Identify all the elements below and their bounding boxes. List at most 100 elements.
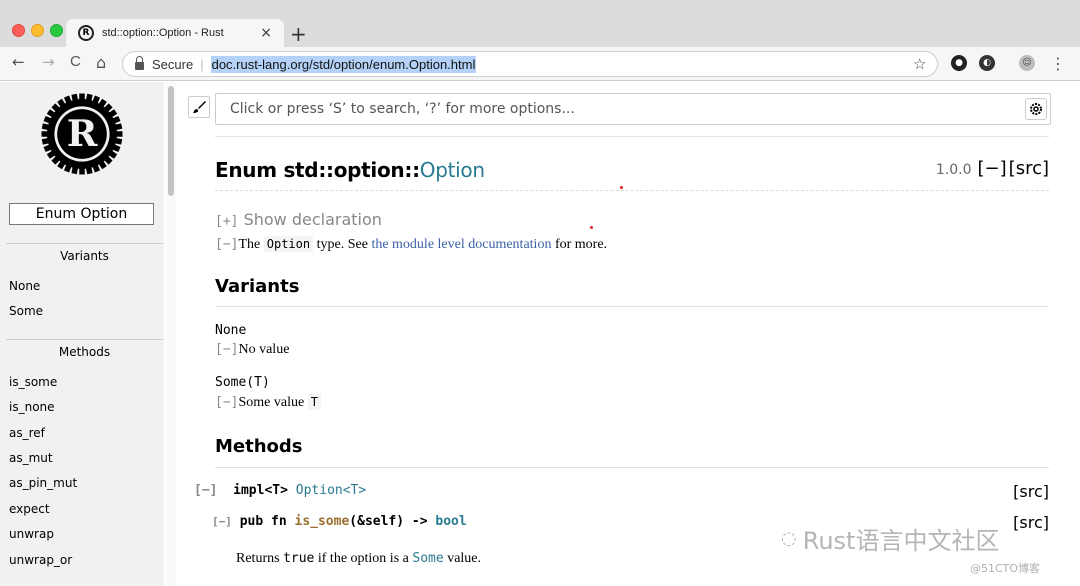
variant-some-doc-text: Some value — [238, 395, 308, 410]
methods-divider — [215, 467, 1049, 468]
sidebar-item-as-ref[interactable]: as_ref — [9, 426, 45, 440]
impl-block-header: [−] impl<T> Option<T> — [194, 483, 366, 498]
watermark-text: Rust语言中文社区 — [802, 527, 1000, 555]
src-link[interactable]: [src] — [1009, 158, 1049, 179]
doc-text-2: for more. — [551, 237, 608, 252]
sidebar-item-is-none[interactable]: is_none — [9, 400, 55, 414]
method-toggle[interactable]: [−] — [212, 515, 232, 528]
sidebar-item-none[interactable]: None — [9, 279, 40, 293]
impl-toggle[interactable]: [−] — [194, 483, 217, 498]
address-bar[interactable]: Secure | doc.rust-lang.org/std/option/en… — [122, 51, 938, 77]
sidebar-scroll-thumb[interactable] — [168, 86, 174, 196]
annotation-dot — [620, 186, 623, 189]
impl-src-link[interactable]: [src] — [1013, 482, 1049, 501]
sidebar-variants-heading[interactable]: Variants — [6, 243, 163, 266]
sidebar-item-expect[interactable]: expect — [9, 502, 50, 516]
sidebar-item-as-pin-mut[interactable]: as_pin_mut — [9, 476, 77, 490]
declaration-toggle-button[interactable]: [+] — [215, 214, 238, 229]
variant-some-name[interactable]: Some(T) — [215, 375, 270, 390]
doc-collapse-toggle[interactable]: [−] — [215, 237, 238, 252]
forward-arrow-icon[interactable]: → — [42, 53, 55, 71]
tab-close-icon[interactable]: × — [260, 25, 272, 41]
show-declaration-label[interactable]: Show declaration — [244, 210, 382, 229]
tab-title: std::option::Option - Rust — [102, 27, 224, 39]
variant-none-name[interactable]: None — [215, 323, 246, 338]
sidebar-title-box: Enum Option — [9, 203, 154, 225]
method-doc-code: true — [283, 551, 315, 566]
sidebar-scrollbar[interactable] — [166, 82, 176, 586]
impl-keyword: impl<T> — [233, 483, 296, 498]
sidebar-item-is-some[interactable]: is_some — [9, 375, 57, 389]
extension-icon[interactable]: ◐ — [979, 55, 995, 71]
extension-icon[interactable]: ● — [951, 55, 967, 71]
secure-label: Secure — [152, 56, 194, 72]
annotation-dot — [590, 226, 593, 229]
method-is-some-signature: [−] pub fn is_some(&self) -> bool — [212, 514, 467, 529]
page-title: Enum std::option::Option — [215, 158, 485, 182]
window-minimize-button[interactable] — [31, 24, 44, 37]
rust-logo-icon[interactable]: R — [36, 88, 128, 180]
method-doc-some-link[interactable]: Some — [412, 551, 443, 566]
wechat-icon: ◌ — [781, 528, 797, 549]
method-doc-post: value. — [443, 551, 482, 566]
variant-some-toggle[interactable]: [−] — [215, 395, 238, 410]
variant-some-doc: [−]Some value T — [215, 394, 321, 411]
sidebar-item-unwrap-or[interactable]: unwrap_or — [9, 553, 72, 567]
window-close-button[interactable] — [12, 24, 25, 37]
title-divider — [215, 190, 1049, 191]
settings-button[interactable] — [1025, 98, 1047, 120]
variant-none-toggle[interactable]: [−] — [215, 342, 238, 357]
sidebar-methods-heading[interactable]: Methods — [6, 339, 163, 362]
divider — [215, 136, 1049, 137]
watermark-sub: @51CTO博客 — [970, 562, 1041, 575]
impl-type[interactable]: Option<T> — [296, 483, 366, 498]
since-version: 1.0.0 — [935, 162, 972, 178]
window-maximize-button[interactable] — [50, 24, 63, 37]
bookmark-star-icon[interactable]: ☆ — [913, 55, 926, 73]
title-out-of-band: 1.0.0 [−] [src] — [936, 158, 1049, 179]
doc-type-code: Option — [263, 236, 314, 252]
reload-icon[interactable]: C — [70, 53, 81, 70]
profile-avatar-icon[interactable]: ☺ — [1019, 55, 1035, 71]
sidebar-item-unwrap[interactable]: unwrap — [9, 527, 54, 541]
variant-none-doc: [−]No value — [215, 342, 289, 358]
declaration-toggle[interactable]: [+] Show declaration — [215, 210, 382, 229]
method-return-type[interactable]: bool — [435, 514, 466, 529]
variant-some-code: T — [307, 394, 321, 410]
lock-icon — [135, 55, 144, 70]
method-keywords: pub fn — [239, 514, 295, 529]
browser-toolbar: ← → C ⌂ Secure | doc.rust-lang.org/std/o… — [0, 47, 1080, 81]
doc-paragraph: [−]The Option type. See the module level… — [215, 236, 608, 253]
method-src-link[interactable]: [src] — [1013, 513, 1049, 532]
back-arrow-icon[interactable]: ← — [12, 53, 25, 71]
title-enum-name[interactable]: Option — [420, 158, 485, 182]
svg-text:R: R — [67, 111, 98, 155]
variants-section-title: Variants — [215, 276, 300, 297]
method-doc-mid: if the option is a — [314, 551, 413, 566]
methods-section-title: Methods — [215, 436, 303, 457]
url-separator: | — [200, 56, 204, 72]
variants-divider — [215, 306, 1049, 307]
home-icon[interactable]: ⌂ — [96, 53, 106, 72]
doc-the: The — [238, 237, 264, 252]
method-doc-pre: Returns — [236, 551, 284, 566]
doc-text-1: type. See — [313, 237, 372, 252]
method-args: (&self) -> — [349, 514, 436, 529]
new-tab-button[interactable]: + — [290, 22, 307, 46]
search-input[interactable]: Click or press ‘S’ to search, ‘?’ for mo… — [215, 93, 1051, 125]
url-text[interactable]: doc.rust-lang.org/std/option/enum.Option… — [210, 55, 477, 73]
watermark: ◌ Rust语言中文社区 — [781, 521, 999, 556]
browser-tab[interactable]: R std::option::Option - Rust × — [66, 19, 284, 47]
method-is-some-doc: Returns true if the option is a Some val… — [236, 551, 481, 567]
gear-icon — [1030, 103, 1042, 115]
theme-picker-button[interactable] — [188, 96, 210, 118]
sidebar-item-some[interactable]: Some — [9, 304, 43, 318]
sidebar-item-as-mut[interactable]: as_mut — [9, 451, 53, 465]
browser-menu-icon[interactable]: ⋮ — [1050, 54, 1066, 73]
method-name[interactable]: is_some — [295, 514, 350, 529]
module-docs-link[interactable]: the module level documentation — [371, 237, 551, 252]
browser-titlebar: R std::option::Option - Rust × + — [0, 0, 1080, 47]
title-prefix: Enum std::option:: — [215, 158, 420, 182]
variant-none-doc-text: No value — [238, 342, 290, 357]
collapse-all-toggle[interactable]: [−] — [978, 158, 1007, 179]
